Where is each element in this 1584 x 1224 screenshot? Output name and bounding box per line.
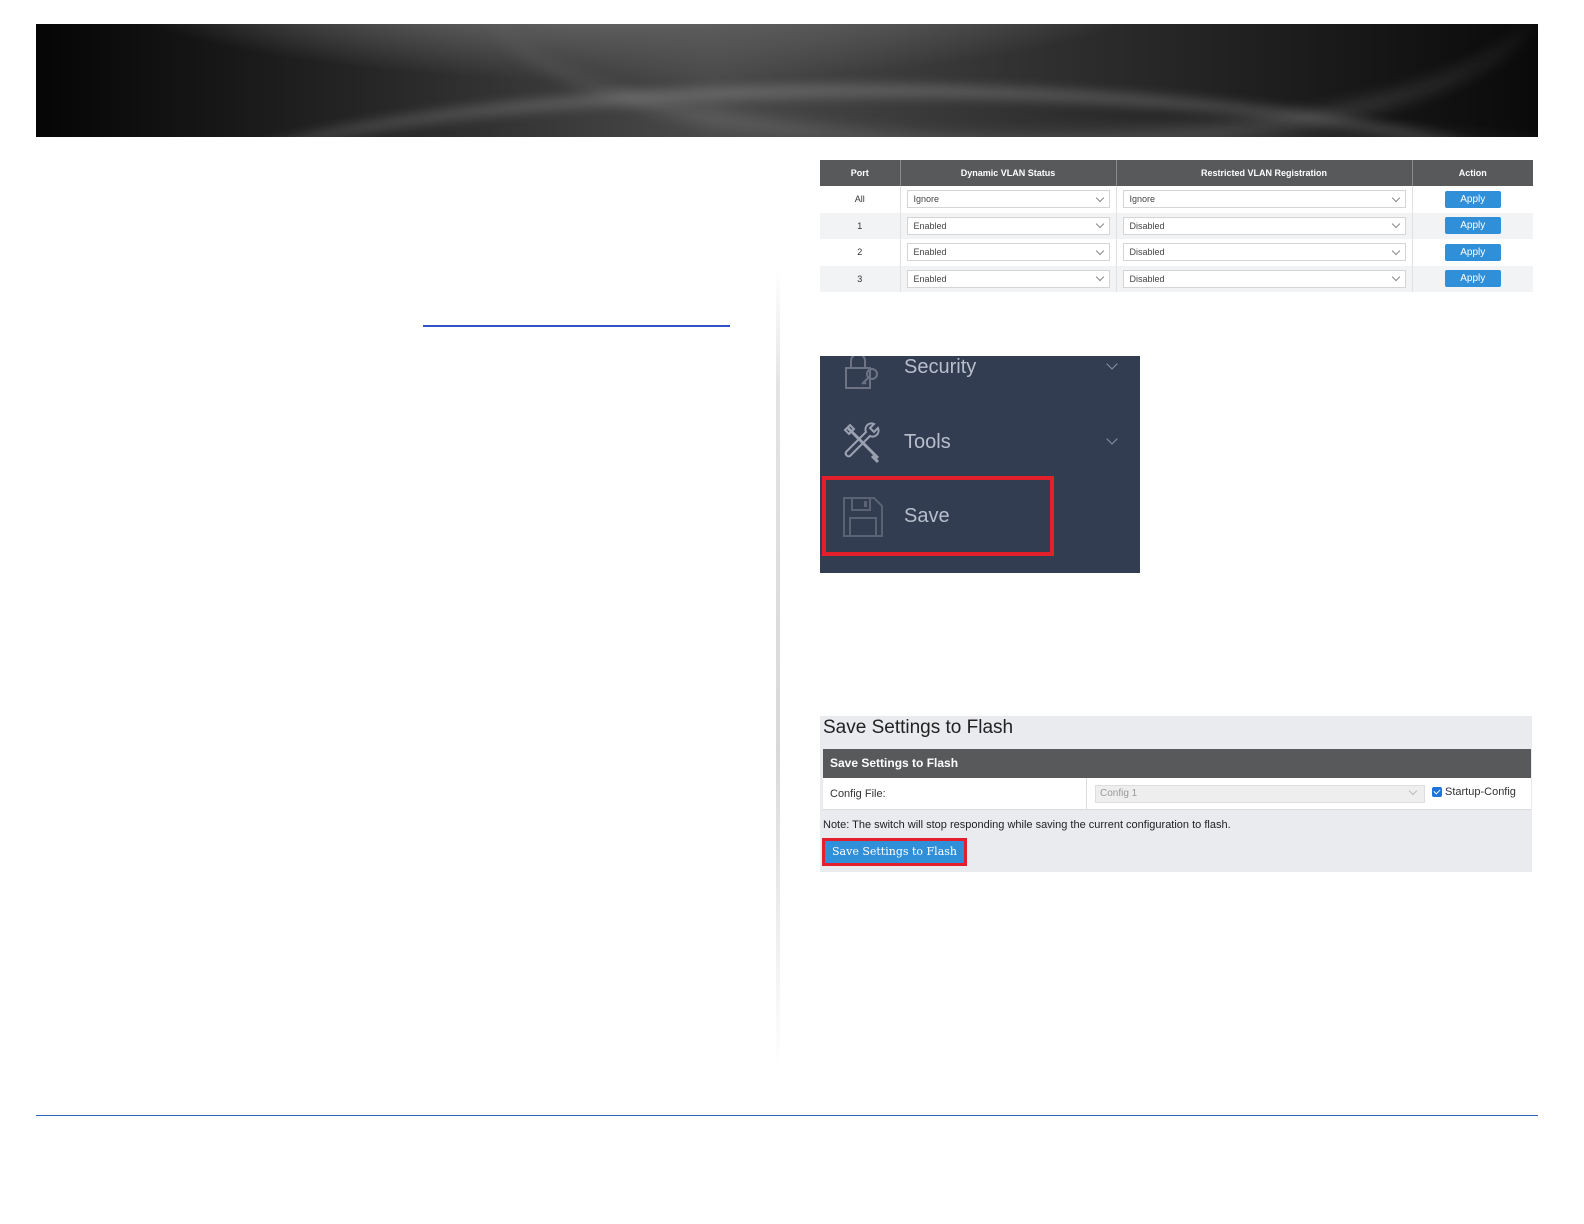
chevron-down-icon	[1408, 786, 1418, 796]
dynamic-vlan-status-select[interactable]: Enabled	[906, 216, 1110, 235]
tools-icon	[843, 422, 880, 464]
table-row: 2 Enabled Disabled Apply	[820, 239, 1533, 266]
column-header-port: Port	[820, 160, 901, 186]
chevron-down-icon	[1391, 246, 1400, 255]
table-row: All Ignore Ignore Apply	[820, 186, 1533, 213]
column-header-dynamic-vlan-status: Dynamic VLAN Status	[900, 160, 1117, 186]
chevron-down-icon	[1106, 433, 1118, 445]
config-file-select[interactable]: Config 1	[1095, 785, 1425, 803]
header-banner	[36, 24, 1538, 137]
startup-config-option[interactable]: Startup-Config	[1432, 786, 1516, 798]
port-cell: 3	[820, 265, 901, 292]
restricted-vlan-registration-select[interactable]: Disabled	[1122, 243, 1406, 262]
chevron-down-icon	[1106, 358, 1118, 370]
menu-label: Security	[904, 356, 977, 378]
save-settings-button[interactable]: Save Settings to Flash	[825, 841, 964, 863]
restricted-vlan-registration-select[interactable]: Ignore	[1122, 190, 1406, 209]
table-row: 1 Enabled Disabled Apply	[820, 212, 1533, 239]
dynamic-status-cell: Enabled	[900, 212, 1117, 239]
startup-config-checkbox[interactable]	[1432, 787, 1442, 797]
dynamic-vlan-table: Port Dynamic VLAN Status Restricted VLAN…	[820, 160, 1533, 292]
config-file-row: Config File: Config 1 Startup-Config	[823, 778, 1531, 810]
save-settings-panel: Save Settings to Flash Save Settings to …	[820, 716, 1532, 872]
restricted-registration-cell: Disabled	[1116, 212, 1413, 239]
apply-button[interactable]: Apply	[1444, 270, 1501, 288]
select-value: Ignore	[913, 194, 940, 205]
apply-button[interactable]: Apply	[1444, 243, 1501, 261]
footer-rule	[36, 1115, 1538, 1116]
chevron-down-icon	[1391, 220, 1400, 229]
select-value: Config 1	[1100, 788, 1138, 799]
select-value: Enabled	[913, 220, 947, 231]
action-cell: Apply	[1412, 265, 1533, 292]
restricted-registration-cell: Ignore	[1116, 186, 1413, 213]
select-value: Disabled	[1129, 220, 1165, 231]
banner-decoration	[36, 24, 1538, 137]
hyperlink-underline[interactable]	[423, 325, 730, 327]
chevron-down-icon	[1391, 273, 1400, 282]
dynamic-status-cell: Ignore	[900, 186, 1117, 213]
chevron-down-icon	[1095, 246, 1104, 255]
action-cell: Apply	[1412, 186, 1533, 213]
action-cell: Apply	[1412, 212, 1533, 239]
chevron-down-icon	[1095, 193, 1104, 202]
column-header-action: Action	[1412, 160, 1533, 186]
select-value: Enabled	[913, 273, 947, 284]
restricted-vlan-registration-select[interactable]: Disabled	[1122, 216, 1406, 235]
dynamic-vlan-status-select[interactable]: Enabled	[906, 269, 1110, 288]
select-value: Ignore	[1129, 194, 1156, 205]
select-value: Disabled	[1129, 273, 1165, 284]
port-cell: 2	[820, 239, 901, 266]
menu-label: Tools	[904, 431, 951, 453]
menu-item-security[interactable]: Security	[820, 356, 1140, 398]
chevron-down-icon	[1391, 193, 1400, 202]
save-button-highlight: Save Settings to Flash	[822, 838, 967, 866]
column-divider	[776, 270, 780, 1070]
config-file-cell: Config 1 Startup-Config	[1086, 778, 1531, 810]
dynamic-status-cell: Enabled	[900, 265, 1117, 292]
apply-button[interactable]: Apply	[1444, 217, 1501, 235]
page-title: Save Settings to Flash	[823, 717, 1014, 738]
dynamic-vlan-status-select[interactable]: Enabled	[906, 243, 1110, 262]
action-cell: Apply	[1412, 239, 1533, 266]
restricted-vlan-registration-select[interactable]: Disabled	[1122, 269, 1406, 288]
restricted-registration-cell: Disabled	[1116, 239, 1413, 266]
dynamic-status-cell: Enabled	[900, 239, 1117, 266]
select-value: Disabled	[1129, 247, 1165, 258]
save-highlight-box	[822, 476, 1054, 556]
dynamic-vlan-status-select[interactable]: Ignore	[906, 190, 1110, 209]
warning-note: Note: The switch will stop responding wh…	[823, 819, 1231, 831]
lock-icon	[845, 356, 878, 389]
chevron-down-icon	[1095, 273, 1104, 282]
port-cell: 1	[820, 212, 901, 239]
menu-item-tools[interactable]: Tools	[820, 414, 1140, 474]
table-row: 3 Enabled Disabled Apply	[820, 265, 1533, 292]
restricted-registration-cell: Disabled	[1116, 265, 1413, 292]
startup-config-label: Startup-Config	[1445, 786, 1516, 798]
section-header: Save Settings to Flash	[823, 749, 1531, 778]
port-cell: All	[820, 186, 901, 213]
apply-button[interactable]: Apply	[1444, 190, 1501, 208]
select-value: Enabled	[913, 247, 947, 258]
column-header-restricted-vlan-registration: Restricted VLAN Registration	[1116, 160, 1413, 186]
chevron-down-icon	[1095, 220, 1104, 229]
config-file-label: Config File:	[830, 788, 886, 800]
table-header-row: Port Dynamic VLAN Status Restricted VLAN…	[820, 160, 1533, 186]
